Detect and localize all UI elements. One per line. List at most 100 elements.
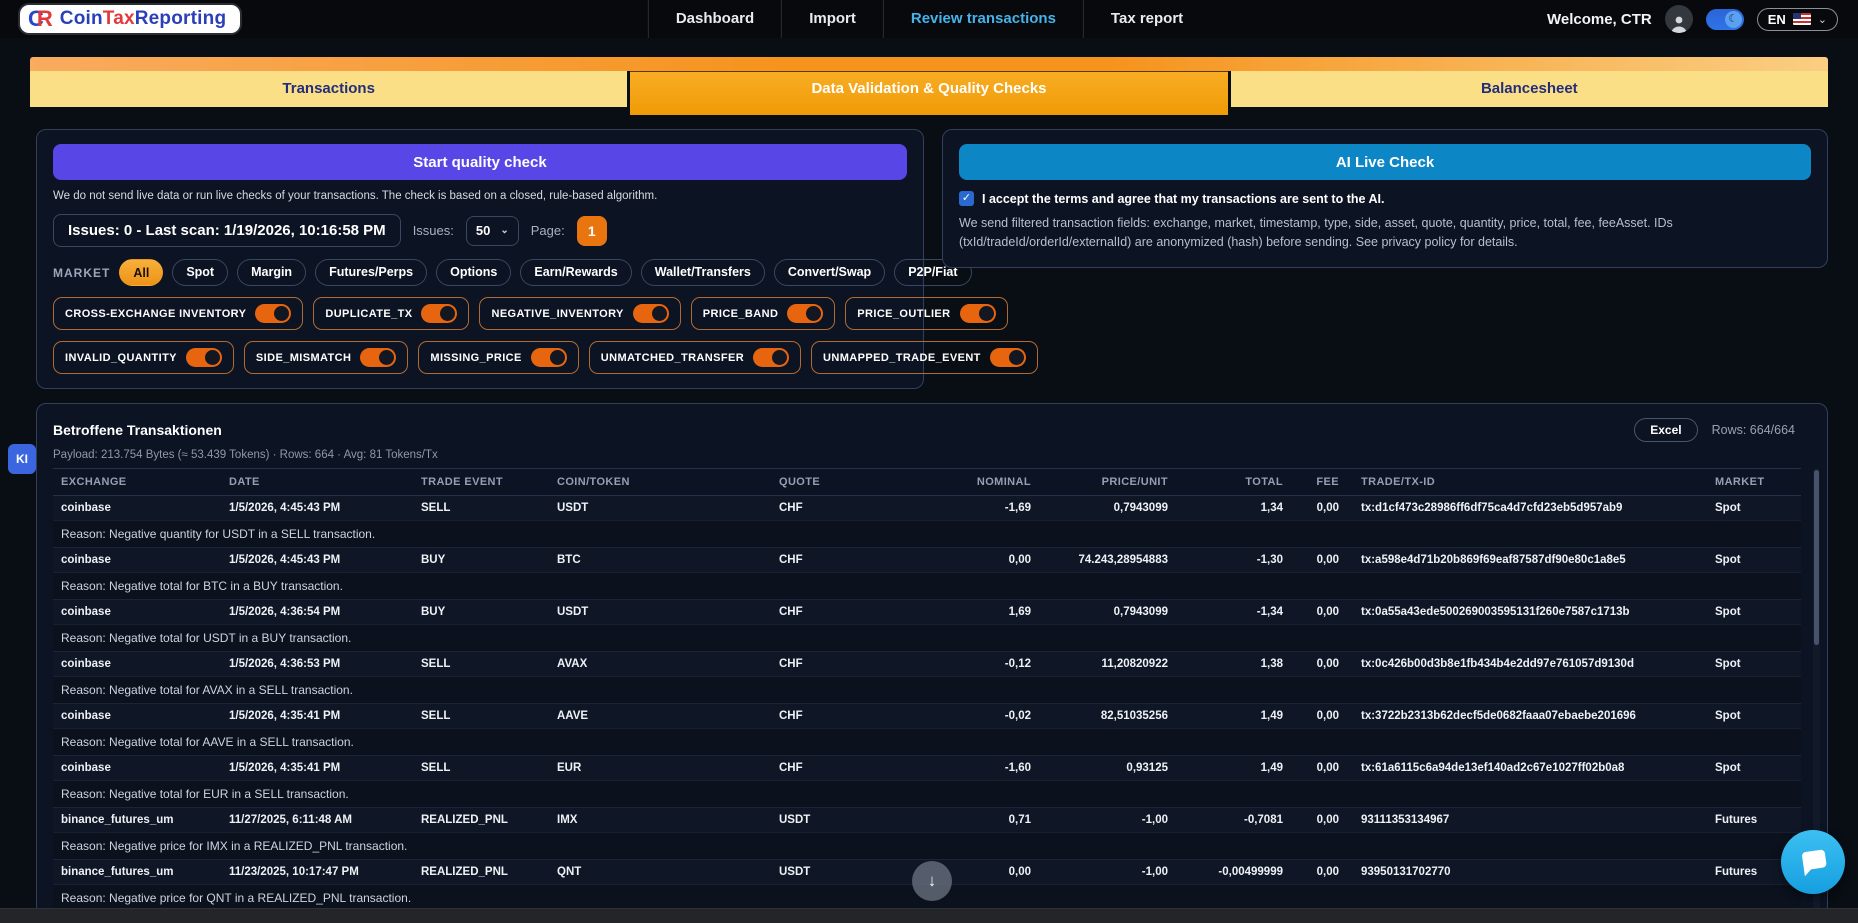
check-name: MISSING_PRICE [430,352,521,364]
nav-item[interactable]: Tax report [1083,0,1210,38]
check-toggle-chip[interactable]: MISSING_PRICE [418,341,578,374]
cell-fee: 0,00 [1291,548,1347,573]
column-header: QUOTE [771,469,963,496]
cell-total: -1,30 [1176,548,1291,573]
market-filter-pill[interactable]: Futures/Perps [315,259,427,286]
column-header: TRADE EVENT [413,469,549,496]
column-header: MARKET [1707,469,1801,496]
chevron-down-icon: ⌄ [500,225,508,236]
check-toggle-chip[interactable]: SIDE_MISMATCH [244,341,408,374]
toggle-on-switch[interactable] [255,304,291,323]
nav-item[interactable]: Dashboard [648,0,781,38]
cell-price-unit: 82,51035256 [1039,704,1176,729]
check-name: NEGATIVE_INVENTORY [491,308,623,320]
check-toggle-chip[interactable]: UNMATCHED_TRANSFER [589,341,801,374]
cell-date: 1/5/2026, 4:36:54 PM [221,600,413,625]
scrollbar-thumb[interactable] [1814,470,1819,645]
toggle-on-switch[interactable] [633,304,669,323]
user-avatar[interactable] [1665,5,1693,33]
market-filter-pill[interactable]: Earn/Rewards [520,259,631,286]
cell-coin: USDT [549,600,771,625]
logo-monogram-icon: CR [28,8,53,30]
market-filter-pill[interactable]: Spot [172,259,228,286]
cell-nominal: 0,71 [963,808,1039,833]
cell-txid: tx:0a55a43ede500269003595131f260e7587c17… [1347,600,1707,625]
check-toggle-chip[interactable]: PRICE_OUTLIER [845,297,1007,330]
cell-nominal: 0,00 [963,860,1039,885]
market-filter-pill[interactable]: Wallet/Transfers [641,259,765,286]
toggle-on-switch[interactable] [990,348,1026,367]
cell-exchange: coinbase [53,704,221,729]
horizontal-scrollbar[interactable] [0,908,1858,923]
reason-text: Reason: Negative total for BTC in a BUY … [53,573,1801,600]
start-quality-check-button[interactable]: Start quality check [53,144,907,180]
market-filter-pill[interactable]: Convert/Swap [774,259,885,286]
excel-export-button[interactable]: Excel [1634,418,1697,442]
cell-exchange: coinbase [53,756,221,781]
check-name: SIDE_MISMATCH [256,352,351,364]
cell-exchange: binance_futures_um [53,860,221,885]
language-selector[interactable]: EN ⌄ [1757,8,1838,31]
check-toggle-chip[interactable]: INVALID_QUANTITY [53,341,234,374]
cell-fee: 0,00 [1291,756,1347,781]
scroll-down-button[interactable]: ↓ [912,861,952,901]
person-icon [1669,13,1689,33]
section-tab[interactable]: Transactions [30,71,627,107]
section-tab[interactable]: Balancesheet [1231,71,1828,107]
toggle-on-switch[interactable] [960,304,996,323]
nav-item[interactable]: Import [781,0,883,38]
consent-checkbox[interactable]: ✓ [959,191,974,206]
toggle-on-switch[interactable] [753,348,789,367]
transactions-table: EXCHANGE DATE TRADE EVENT COIN/TOKEN QUO… [53,468,1801,923]
privacy-note: We send filtered transaction fields: exc… [959,214,1699,253]
column-header: EXCHANGE [53,469,221,496]
dark-mode-toggle[interactable]: ☾ [1706,9,1744,30]
reason-row: Reason: Negative total for BTC in a BUY … [53,573,1801,600]
chat-bubble-icon [1798,847,1828,877]
toggle-on-switch[interactable] [360,348,396,367]
check-toggle-chip[interactable]: CROSS-EXCHANGE INVENTORY [53,297,303,330]
market-filter-pill[interactable]: All [119,259,163,286]
check-name: UNMATCHED_TRANSFER [601,352,744,364]
check-name: CROSS-EXCHANGE INVENTORY [65,308,246,320]
app-window: CR CoinTaxReporting Dashboard Import Rev… [0,0,1858,923]
issues-per-page-select[interactable]: 50 ⌄ [466,216,519,246]
section-tab[interactable]: Data Validation & Quality Checks [630,71,1227,115]
toggle-on-switch[interactable] [186,348,222,367]
cell-trade-event: SELL [413,756,549,781]
cell-date: 11/23/2025, 10:17:47 PM [221,860,413,885]
column-header: TOTAL [1176,469,1291,496]
cell-coin: AAVE [549,704,771,729]
transaction-row: coinbase 1/5/2026, 4:35:41 PM SELL EUR C… [53,756,1801,781]
check-toggle-chip[interactable]: UNMAPPED_TRADE_EVENT [811,341,1038,374]
cell-exchange: coinbase [53,496,221,521]
last-scan-summary: Issues: 0 - Last scan: 1/19/2026, 10:16:… [53,214,401,247]
market-filter-pill[interactable]: Options [436,259,511,286]
cell-nominal: -1,60 [963,756,1039,781]
market-filter-pill[interactable]: Margin [237,259,306,286]
transaction-row: coinbase 1/5/2026, 4:45:43 PM BUY BTC CH… [53,548,1801,573]
toggle-on-switch[interactable] [531,348,567,367]
ai-live-check-button[interactable]: AI Live Check [959,144,1811,180]
nav-item[interactable]: Review transactions [883,0,1083,38]
page-number-button[interactable]: 1 [577,216,607,246]
toggle-on-switch[interactable] [787,304,823,323]
ki-assistant-button[interactable]: KI [8,444,36,474]
transaction-row: coinbase 1/5/2026, 4:36:53 PM SELL AVAX … [53,652,1801,677]
cell-txid: tx:61a6115c6a94de13ef140ad2c67e1027ff02b… [1347,756,1707,781]
chat-widget-button[interactable] [1781,830,1845,894]
transaction-row: coinbase 1/5/2026, 4:35:41 PM SELL AAVE … [53,704,1801,729]
check-toggle-chip[interactable]: PRICE_BAND [691,297,836,330]
quality-check-note: We do not send live data or run live che… [53,190,907,202]
cell-total: -0,7081 [1176,808,1291,833]
toggle-on-switch[interactable] [421,304,457,323]
check-toggle-chip[interactable]: DUPLICATE_TX [313,297,469,330]
ai-live-check-panel: AI Live Check ✓ I accept the terms and a… [942,129,1828,268]
app-logo[interactable]: CR CoinTaxReporting [20,5,240,33]
cell-price-unit: 74.243,28954883 [1039,548,1176,573]
check-name: INVALID_QUANTITY [65,352,177,364]
cell-exchange: coinbase [53,600,221,625]
cell-quote: CHF [771,652,963,677]
check-toggle-chip[interactable]: NEGATIVE_INVENTORY [479,297,680,330]
cell-txid: tx:0c426b00d3b8e1fb434b4e2dd97e761057d91… [1347,652,1707,677]
